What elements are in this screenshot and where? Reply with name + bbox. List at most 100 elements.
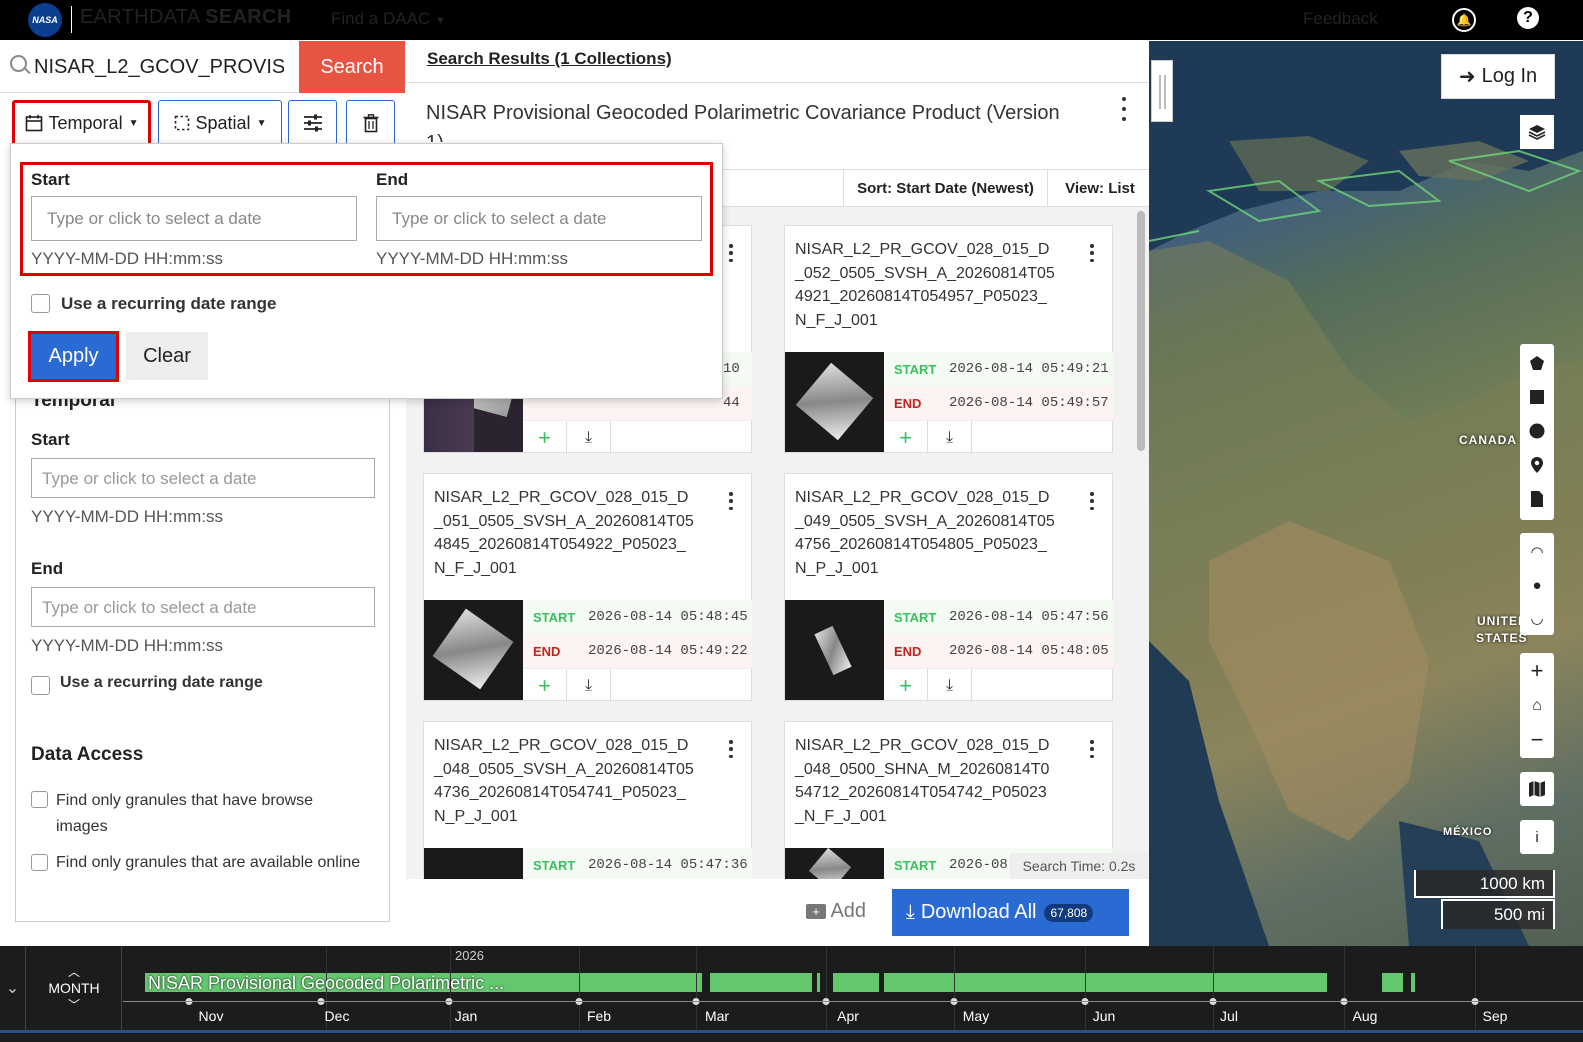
granule-card[interactable]: NISAR_L2_PR_GCOV_028_015_D_051_0505_SVSH… [423, 473, 752, 702]
layers-icon[interactable] [1520, 115, 1554, 149]
map-icon[interactable] [1520, 772, 1554, 806]
add-granule-button[interactable]: + [523, 421, 567, 454]
clear-button[interactable]: Clear [126, 332, 208, 380]
granule-card[interactable]: NISAR_L2_PR_GCOV_028_015_D_049_0505_SVSH… [784, 473, 1113, 702]
polygon-icon[interactable] [1520, 346, 1554, 380]
timeline-year: 2026 [455, 948, 484, 963]
clear-filters-button[interactable] [346, 100, 395, 146]
download-all-button[interactable]: ⤓ Download All 67,808 [892, 889, 1129, 936]
sign-in-icon: ➜ [1458, 66, 1476, 88]
granule-thumbnail [424, 600, 523, 700]
point-icon[interactable] [1520, 448, 1554, 482]
circle-icon[interactable] [1520, 414, 1554, 448]
timeline-axis [123, 1001, 1583, 1002]
temporal-filter-button[interactable]: Temporal ▼ [12, 100, 151, 146]
sort-dropdown[interactable]: Sort: Start Date (Newest) [843, 169, 1048, 207]
collection-more-icon[interactable] [1117, 97, 1131, 121]
login-label: Log In [1481, 65, 1538, 87]
spatial-filter-button[interactable]: Spatial ▼ [158, 100, 282, 146]
granule-start-label: START [894, 362, 937, 377]
add-granule-button[interactable]: + [523, 669, 567, 702]
online-only-checkbox[interactable] [31, 854, 48, 871]
nasa-logo[interactable]: NASA [28, 3, 62, 37]
zoom-out-icon[interactable]: − [1520, 723, 1554, 757]
trash-icon [363, 113, 378, 132]
file-upload-icon[interactable] [1520, 482, 1554, 516]
zoom-in-icon[interactable]: + [1520, 654, 1554, 688]
app-title[interactable]: EARTHDATA SEARCH [80, 6, 292, 29]
granule-end-tail: 44 [723, 395, 740, 411]
results-scrollbar[interactable] [1137, 211, 1145, 451]
timeline-data-bar [710, 973, 812, 992]
advanced-search-button[interactable] [288, 100, 337, 146]
nasa-logo-text: NASA [32, 15, 58, 25]
find-daac-menu[interactable]: Find a DAAC ▼ [331, 9, 446, 29]
help-icon[interactable]: ? [1517, 7, 1539, 29]
end-format-hint: YYYY-MM-DD HH:mm:ss [31, 636, 224, 655]
timeline-zoom-control[interactable]: ︿ MONTH ﹀ [27, 946, 122, 1030]
search-results-tab[interactable]: Search Results (1 Collections) [427, 49, 672, 69]
download-icon: ⤓ [906, 901, 915, 923]
download-all-label: Download All [920, 901, 1037, 923]
download-granule-button[interactable]: ⤓ [567, 421, 611, 454]
login-button[interactable]: ➜ Log In [1441, 54, 1555, 99]
filter-sidebar: Temporal Start Type or click to select a… [15, 380, 390, 922]
scale-bar-km: 1000 km [1414, 870, 1555, 898]
timeline-footer [0, 1030, 1583, 1042]
map-view[interactable]: CANADA UNITED STATES MÉXICO [1149, 41, 1583, 946]
add-granule-button[interactable]: + [884, 421, 928, 454]
granule-card[interactable]: NISAR_L2_PR_GCOV_028_015_D_048_0505_SVSH… [423, 721, 752, 879]
granule-more-icon[interactable] [726, 492, 736, 510]
timeline-month-label: Sep [1482, 1008, 1508, 1024]
antarctic-projection-icon[interactable]: ◡ [1520, 601, 1554, 635]
granule-more-icon[interactable] [1087, 244, 1097, 262]
view-dropdown[interactable]: View: List [1056, 169, 1144, 207]
popover-end-input[interactable]: Type or click to select a date [376, 196, 702, 241]
granule-thumbnail [785, 600, 884, 700]
search-bar [0, 41, 298, 93]
timeline-collapse-icon[interactable]: ⌄ [0, 946, 26, 1030]
folder-plus-icon: + [806, 904, 826, 919]
app-title-light: EARTHDATA [80, 6, 200, 28]
bell-icon[interactable]: 🔔 [1452, 8, 1476, 32]
feedback-link[interactable]: Feedback [1303, 9, 1378, 29]
panel-resize-handle[interactable] [1151, 60, 1173, 122]
timeline-month-label: Jul [1220, 1008, 1238, 1024]
arctic-projection-icon[interactable]: ◠ [1520, 535, 1554, 569]
download-granule-button[interactable]: ⤓ [567, 669, 611, 702]
search-button[interactable]: Search [299, 41, 405, 93]
search-input[interactable] [34, 53, 284, 81]
download-granule-button[interactable]: ⤓ [928, 669, 972, 702]
popover-start-input[interactable]: Type or click to select a date [31, 196, 357, 241]
granule-title: NISAR_L2_PR_GCOV_028_015_D_052_0505_SVSH… [795, 241, 1055, 329]
download-granule-button[interactable]: ⤓ [928, 421, 972, 454]
globe-icon[interactable]: ● [1520, 568, 1554, 602]
dashed-square-icon [174, 115, 189, 131]
add-granule-button[interactable]: + [884, 669, 928, 702]
end-date-input[interactable]: Type or click to select a date [31, 587, 375, 627]
chevron-down-icon[interactable]: ﹀ [68, 996, 80, 1013]
info-icon[interactable]: i [1520, 820, 1554, 854]
granule-start-date: 2026-08-14 05:47:56 [949, 609, 1109, 625]
apply-button[interactable]: Apply [28, 331, 119, 382]
granule-end-date: 2026-08-14 05:49:57 [949, 395, 1109, 411]
draw-toolbar [1520, 344, 1554, 520]
start-date-input[interactable]: Type or click to select a date [31, 458, 375, 498]
popover-recurring-label: Use a recurring date range [61, 294, 277, 313]
granule-card[interactable]: NISAR_L2_PR_GCOV_028_015_D_052_0505_SVSH… [784, 225, 1113, 454]
home-icon[interactable]: ⌂ [1520, 689, 1554, 723]
rectangle-icon[interactable] [1520, 380, 1554, 414]
caret-down-icon: ▼ [256, 117, 267, 129]
add-collection-label: Add [830, 900, 867, 922]
granule-more-icon[interactable] [726, 740, 736, 758]
chevron-up-icon[interactable]: ︿ [68, 963, 80, 980]
granule-more-icon[interactable] [726, 244, 736, 262]
spatial-filter-label: Spatial [195, 112, 251, 133]
granule-more-icon[interactable] [1087, 492, 1097, 510]
add-collection-button[interactable]: + Add [806, 900, 866, 923]
granule-more-icon[interactable] [1087, 740, 1097, 758]
popover-recurring-checkbox[interactable] [31, 294, 50, 313]
recurring-checkbox[interactable] [31, 676, 50, 695]
timeline-zoom-level: MONTH [48, 980, 100, 996]
browse-images-checkbox[interactable] [31, 791, 48, 808]
